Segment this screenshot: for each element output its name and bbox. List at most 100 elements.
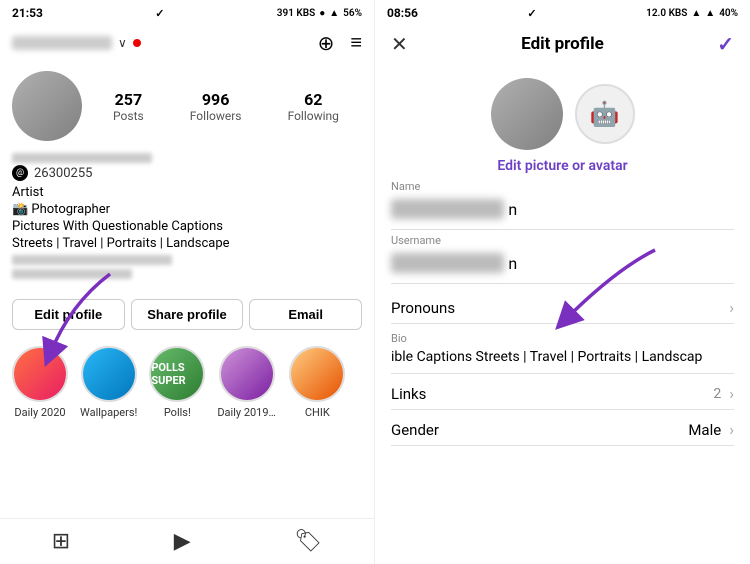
- highlight-circle-3: POLLS SUPER: [149, 346, 205, 402]
- name-blurred: ██████████: [391, 199, 504, 219]
- bio-area: @ 26300255 Artist 📸 Photographer Picture…: [0, 149, 374, 291]
- following-label: Following: [288, 109, 339, 123]
- reels-icon[interactable]: ▶: [174, 529, 191, 554]
- notification-dot: [133, 39, 141, 47]
- status-bar-right: 08:56 ✓ 12.0 KBS ▲ ▲ 40%: [375, 0, 750, 26]
- links-count: 2: [713, 386, 721, 402]
- chevron-right-gender: ›: [729, 420, 734, 439]
- highlight-circle-1: [12, 346, 68, 402]
- field-row-links[interactable]: Links 2 ›: [391, 374, 734, 410]
- profile-link2-blurred: [12, 269, 132, 279]
- profile-link-blurred: [12, 255, 172, 265]
- highlight-label-5: CHIK: [305, 406, 330, 419]
- highlight-label-3: Polls!: [164, 406, 191, 419]
- top-nav-left: ∨ ⊕ ≡: [0, 26, 374, 63]
- username-blurred-field: ██████████: [391, 253, 504, 273]
- sticker-emoji: 🤖: [590, 100, 620, 128]
- highlight-label-1: Daily 2020: [14, 406, 65, 419]
- avatar-sticker-circle[interactable]: 🤖: [575, 84, 635, 144]
- highlight-daily2019[interactable]: Daily 2019! [S2]: [217, 346, 277, 419]
- highlights-row: Daily 2020 Wallpapers! POLLS SUPER Polls…: [0, 338, 374, 427]
- gender-value: Male: [688, 421, 721, 439]
- system-icons-right: 12.0 KBS ▲ ▲ 40%: [646, 8, 738, 19]
- bio-line-photographer: 📸 Photographer: [12, 202, 362, 217]
- avatar-image: [12, 71, 82, 141]
- threads-icon: @: [12, 165, 28, 181]
- stats-row: 257 Posts 996 Followers 62 Following: [90, 90, 362, 123]
- posts-label: Posts: [113, 109, 144, 123]
- stat-followers: 996 Followers: [190, 90, 242, 123]
- stat-posts: 257 Posts: [113, 90, 144, 123]
- display-name-blurred: [12, 153, 152, 163]
- check-status-left: ✓: [155, 7, 164, 20]
- field-row-gender[interactable]: Gender Male ›: [391, 410, 734, 446]
- field-row-pronouns[interactable]: Pronouns ›: [391, 288, 734, 324]
- highlight-image-1: [14, 348, 66, 400]
- followers-label: Followers: [190, 109, 242, 123]
- field-group-name: Name ██████████ n: [391, 180, 734, 230]
- time-left: 21:53: [12, 6, 43, 20]
- bio-field-value[interactable]: ible Captions Streets | Travel | Portrai…: [391, 349, 734, 365]
- links-label: Links: [391, 385, 426, 403]
- signal-icon: ●: [319, 8, 325, 19]
- right-panel: 08:56 ✓ 12.0 KBS ▲ ▲ 40% ✕ Edit profile …: [375, 0, 750, 564]
- links-right: 2 ›: [713, 384, 734, 403]
- username-suffix: n: [508, 254, 517, 273]
- network-info: 391 KBS: [277, 8, 315, 19]
- highlight-image-2: [83, 348, 135, 400]
- email-button[interactable]: Email: [249, 299, 362, 330]
- chevron-down-icon[interactable]: ∨: [118, 36, 127, 50]
- highlight-chik[interactable]: CHIK: [289, 346, 345, 419]
- username-value-row: ██████████ n: [391, 249, 734, 277]
- gender-right: Male ›: [688, 420, 734, 439]
- time-right: 08:56: [387, 6, 418, 20]
- chevron-right-pronouns: ›: [729, 298, 734, 317]
- status-bar-left: 21:53 ✓ 391 KBS ● ▲ 56%: [0, 0, 374, 26]
- share-profile-button[interactable]: Share profile: [131, 299, 244, 330]
- bio-field-label: Bio: [391, 332, 734, 345]
- left-panel: 21:53 ✓ 391 KBS ● ▲ 56% ∨ ⊕ ≡ 257 Posts: [0, 0, 375, 564]
- highlight-daily2020[interactable]: Daily 2020: [12, 346, 68, 419]
- profile-id-number: 26300255: [34, 166, 92, 181]
- highlight-circle-4: [219, 346, 275, 402]
- battery-icon-right: 40%: [719, 8, 738, 19]
- followers-count: 996: [202, 90, 230, 109]
- wifi-icon: ▲: [329, 8, 339, 19]
- edit-picture-link[interactable]: Edit picture or avatar: [497, 158, 627, 174]
- highlight-polls[interactable]: POLLS SUPER Polls!: [149, 346, 205, 419]
- chevron-right-links: ›: [729, 384, 734, 403]
- avatar-edit-circle[interactable]: [491, 78, 563, 150]
- name-suffix: n: [508, 200, 517, 219]
- gender-label: Gender: [391, 421, 439, 439]
- username-field-label: Username: [391, 234, 734, 247]
- avatar: [12, 71, 82, 141]
- close-icon[interactable]: ✕: [391, 32, 408, 56]
- tagged-icon[interactable]: 🏷: [294, 529, 322, 554]
- network-info-right: 12.0 KBS: [646, 8, 687, 19]
- form-fields: Name ██████████ n Username ██████████ n …: [375, 180, 750, 564]
- menu-icon[interactable]: ≡: [350, 30, 362, 55]
- edit-profile-button[interactable]: Edit profile: [12, 299, 125, 330]
- signal-icon-right: ▲: [705, 8, 715, 19]
- username-area: ∨: [12, 36, 141, 50]
- check-status-right: ✓: [527, 7, 536, 20]
- field-group-username: Username ██████████ n: [391, 234, 734, 284]
- highlight-image-3: POLLS SUPER: [151, 348, 203, 400]
- name-field-label: Name: [391, 180, 734, 193]
- profile-id-row: @ 26300255: [12, 165, 362, 181]
- highlight-image-5: [291, 348, 343, 400]
- highlight-label-2: Wallpapers!: [80, 406, 137, 419]
- highlight-image-4: [221, 348, 273, 400]
- avatar-edit-wrapper: 🤖: [491, 78, 635, 150]
- grid-icon[interactable]: ⊞: [52, 529, 70, 554]
- highlight-wallpapers[interactable]: Wallpapers!: [80, 346, 137, 419]
- username-blurred: [12, 36, 112, 50]
- highlight-label-4: Daily 2019! [S2]: [217, 406, 277, 419]
- pronouns-label: Pronouns: [391, 299, 455, 317]
- highlight-circle-2: [81, 346, 137, 402]
- confirm-icon[interactable]: ✓: [717, 32, 734, 56]
- name-value-row: ██████████ n: [391, 195, 734, 223]
- stat-following: 62 Following: [288, 90, 339, 123]
- add-post-icon[interactable]: ⊕: [318, 31, 335, 55]
- top-nav-icons: ⊕ ≡: [318, 30, 362, 55]
